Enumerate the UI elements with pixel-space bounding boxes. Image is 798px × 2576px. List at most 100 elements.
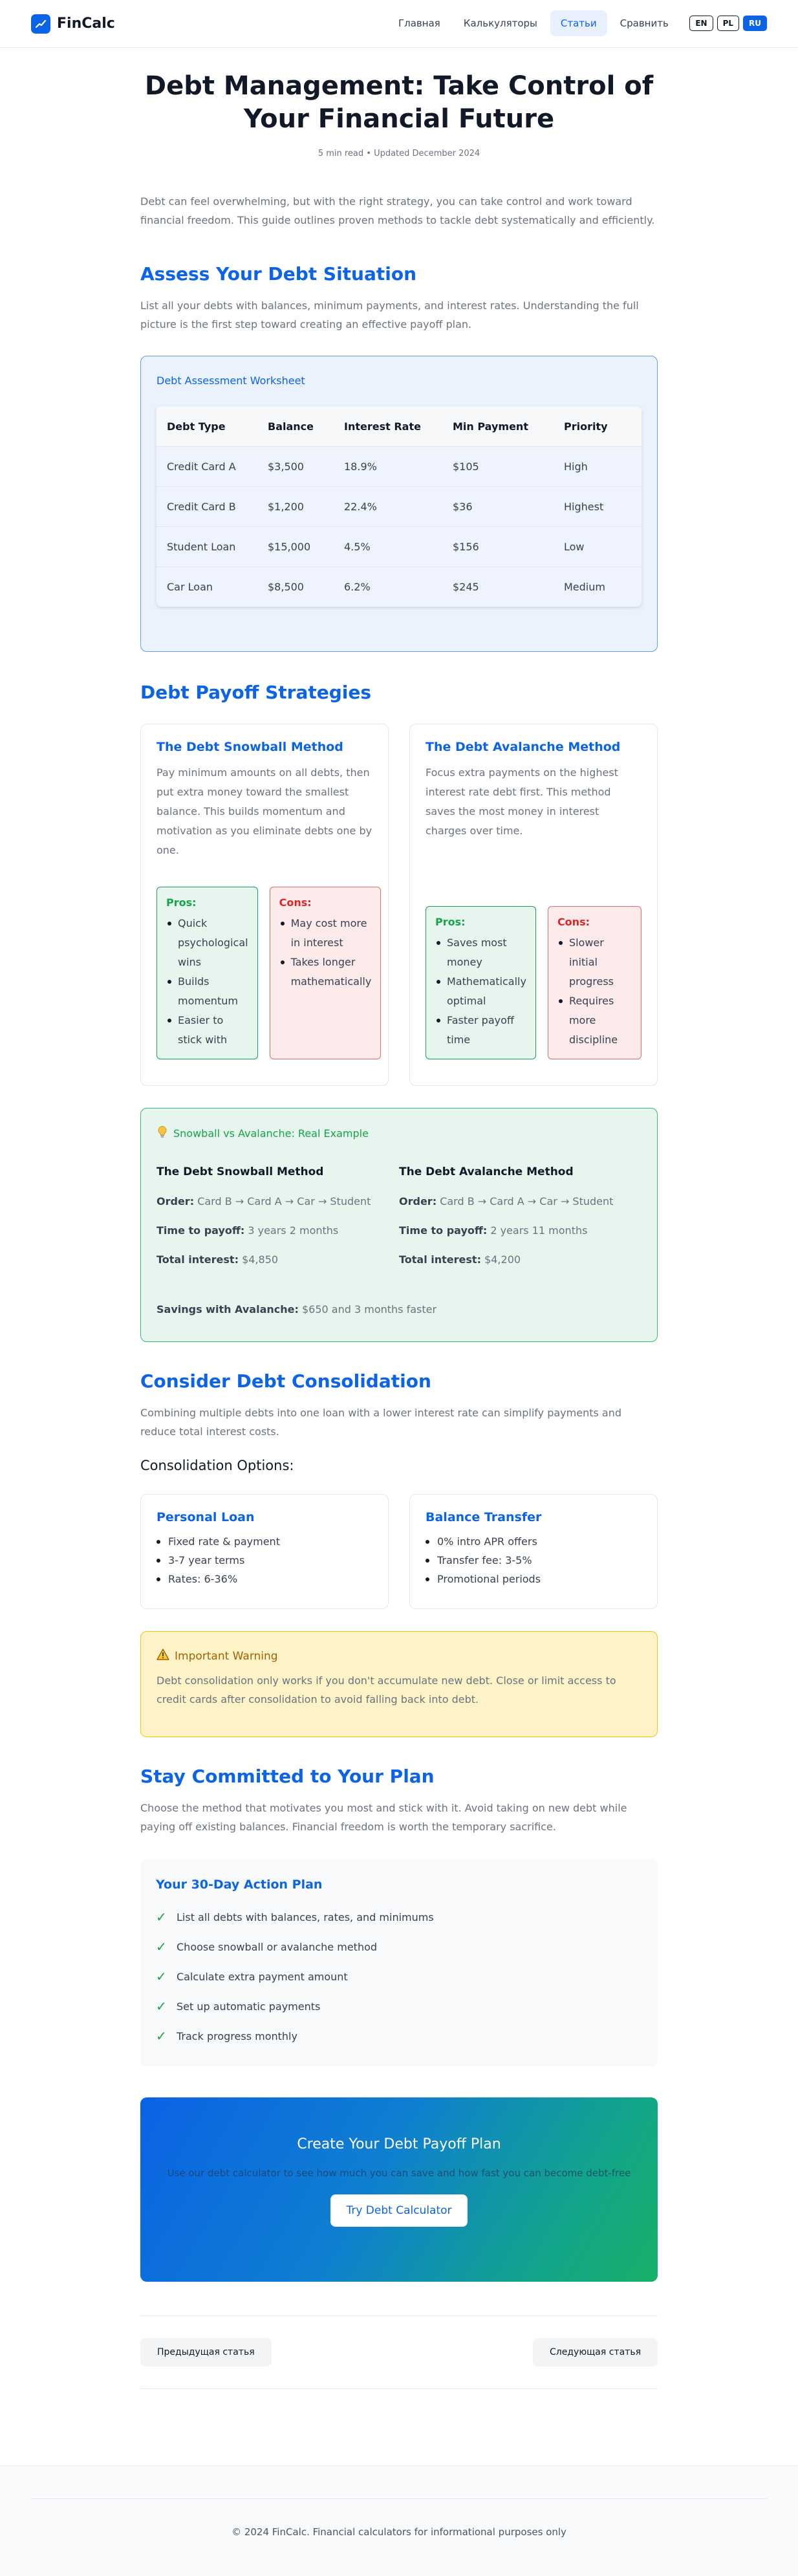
table-cell: 22.4% <box>344 501 377 513</box>
table-cell: $156 <box>453 541 479 553</box>
savings-value: $650 and 3 months faster <box>301 1303 437 1315</box>
order-label: Order: <box>156 1195 195 1207</box>
site-header: FinCalc Главная Калькуляторы Статьи Срав… <box>0 0 798 48</box>
lang-pl-button[interactable]: PL <box>717 16 740 31</box>
real-example-box: Snowball vs Avalanche: Real Example The … <box>140 1108 658 1342</box>
cta-banner: Create Your Debt Payoff Plan Use our deb… <box>140 2097 658 2282</box>
pros-label: Pros: <box>435 916 466 928</box>
list-item: Faster payoff time <box>437 1011 526 1050</box>
example-time: Time to payoff: 2 years 11 months <box>399 1224 642 1237</box>
check-icon: ✓ <box>156 1998 167 2014</box>
article-meta: 5 min read • Updated December 2024 <box>318 149 480 158</box>
table-cell: $15,000 <box>268 541 311 553</box>
balance-transfer-title: Balance Transfer <box>426 1510 542 1524</box>
snowball-pros-cons: Pros: Quick psychological wins Builds mo… <box>156 887 382 1059</box>
example-savings: Savings with Avalanche: $650 and 3 month… <box>156 1303 642 1315</box>
action-plan-title: Your 30-Day Action Plan <box>156 1878 323 1892</box>
warning-icon <box>156 1649 169 1663</box>
list-item: Quick psychological wins <box>167 914 248 972</box>
article-pagination: Предыдущая статья Следующая статья <box>140 2315 658 2389</box>
table-cell: 4.5% <box>344 541 371 553</box>
list-item: Transfer fee: 3-5% <box>426 1551 642 1570</box>
action-item-label: Set up automatic payments <box>177 2000 321 2013</box>
table-cell: Medium <box>564 581 605 593</box>
list-item: ✓ Track progress monthly <box>156 2021 642 2051</box>
snowball-card: The Debt Snowball Method Pay minimum amo… <box>140 724 389 1086</box>
pros-label: Pros: <box>166 896 197 909</box>
example-time: Time to payoff: 3 years 2 months <box>156 1224 399 1237</box>
pros-box: Pros: Quick psychological wins Builds mo… <box>156 887 258 1059</box>
table-cell: $245 <box>453 581 479 593</box>
snowball-text: Pay minimum amounts on all debts, then p… <box>156 766 372 856</box>
article: Debt Management: Take Control of Your Fi… <box>140 70 658 2389</box>
order-label: Order: <box>399 1195 437 1207</box>
logo[interactable]: FinCalc <box>31 14 115 34</box>
list-item: ✓ List all debts with balances, rates, an… <box>156 1902 642 1932</box>
lightbulb-icon <box>156 1125 168 1141</box>
time-value: 3 years 2 months <box>248 1224 339 1237</box>
chart-trend-icon <box>31 14 50 34</box>
example-avalanche-column: The Debt Avalanche Method Order: Card B … <box>399 1165 642 1266</box>
site-footer: © 2024 FinCalc. Financial calculators fo… <box>0 2465 798 2576</box>
example-columns: The Debt Snowball Method Order: Card B →… <box>156 1165 642 1266</box>
previous-article-button[interactable]: Предыдущая статья <box>140 2338 272 2366</box>
warning-title: Important Warning <box>175 1649 278 1663</box>
cta-text: Use our debt calculator to see how much … <box>167 2167 631 2179</box>
cta-title: Create Your Debt Payoff Plan <box>297 2136 501 2152</box>
section-heading-strategies: Debt Payoff Strategies <box>140 682 372 703</box>
nav-home[interactable]: Главная <box>388 10 451 36</box>
nav-compare[interactable]: Сравнить <box>610 10 679 36</box>
list-item: 0% intro APR offers <box>426 1532 642 1551</box>
example-snowball-title: The Debt Snowball Method <box>156 1165 324 1178</box>
list-item: Saves most money <box>437 933 526 972</box>
strategies-grid: The Debt Snowball Method Pay minimum amo… <box>140 724 658 1086</box>
list-item: Takes longer mathematically <box>280 953 371 991</box>
check-icon: ✓ <box>156 1969 167 1984</box>
list-item: Fixed rate & payment <box>156 1532 372 1551</box>
list-item: ✓ Calculate extra payment amount <box>156 1962 642 1991</box>
table-cell: $105 <box>453 460 479 473</box>
section-heading-commit: Stay Committed to Your Plan <box>140 1766 435 1787</box>
example-interest: Total interest: $4,850 <box>156 1253 399 1266</box>
nav-articles[interactable]: Статьи <box>550 10 607 36</box>
article-intro: Debt can feel overwhelming, but with the… <box>140 195 655 226</box>
lang-ru-button[interactable]: RU <box>743 16 767 31</box>
cons-box: Cons: Slower initial progress Requires m… <box>547 906 642 1059</box>
column-header: Priority <box>564 420 608 433</box>
order-value: Card B → Card A → Car → Student <box>440 1195 614 1207</box>
avalanche-text: Focus extra payments on the highest inte… <box>426 766 618 837</box>
example-avalanche-title: The Debt Avalanche Method <box>399 1165 574 1178</box>
snowball-title: The Debt Snowball Method <box>156 740 343 754</box>
balance-transfer-card: Balance Transfer 0% intro APR offers Tra… <box>409 1494 658 1609</box>
example-interest: Total interest: $4,200 <box>399 1253 642 1266</box>
pros-box: Pros: Saves most money Mathematically op… <box>426 906 536 1059</box>
list-item: Rates: 6-36% <box>156 1570 372 1588</box>
check-icon: ✓ <box>156 1909 167 1925</box>
next-article-button[interactable]: Следующая статья <box>533 2338 658 2366</box>
list-item: Mathematically optimal <box>437 972 526 1011</box>
assess-text: List all your debts with balances, minim… <box>140 299 639 330</box>
example-heading: Snowball vs Avalanche: Real Example <box>156 1125 642 1141</box>
commit-text: Choose the method that motivates you mos… <box>140 1802 627 1833</box>
interest-value: $4,850 <box>242 1253 279 1266</box>
table-cell: High <box>564 460 588 473</box>
table-cell: $3,500 <box>268 460 304 473</box>
table-header-row: Debt Type Balance Interest Rate Min Paym… <box>156 406 642 446</box>
table-cell: $36 <box>453 501 473 513</box>
lang-en-button[interactable]: EN <box>689 16 713 31</box>
list-item: Easier to stick with <box>167 1011 248 1050</box>
list-item: Requires more discipline <box>558 991 632 1050</box>
main-nav: Главная Калькуляторы Статьи Сравнить <box>388 10 679 36</box>
table-cell: Credit Card B <box>167 501 236 513</box>
try-debt-calculator-button[interactable]: Try Debt Calculator <box>330 2194 468 2227</box>
time-label: Time to payoff: <box>156 1224 245 1237</box>
table-row: Credit Card B $1,200 22.4% $36 Highest <box>156 486 642 526</box>
interest-label: Total interest: <box>156 1253 239 1266</box>
table-row: Credit Card A $3,500 18.9% $105 High <box>156 446 642 486</box>
time-label: Time to payoff: <box>399 1224 488 1237</box>
action-item-label: Choose snowball or avalanche method <box>177 1940 378 1953</box>
column-header: Balance <box>268 420 314 433</box>
nav-calculators[interactable]: Калькуляторы <box>453 10 548 36</box>
footer-divider <box>31 2498 767 2499</box>
table-cell: 18.9% <box>344 460 377 473</box>
